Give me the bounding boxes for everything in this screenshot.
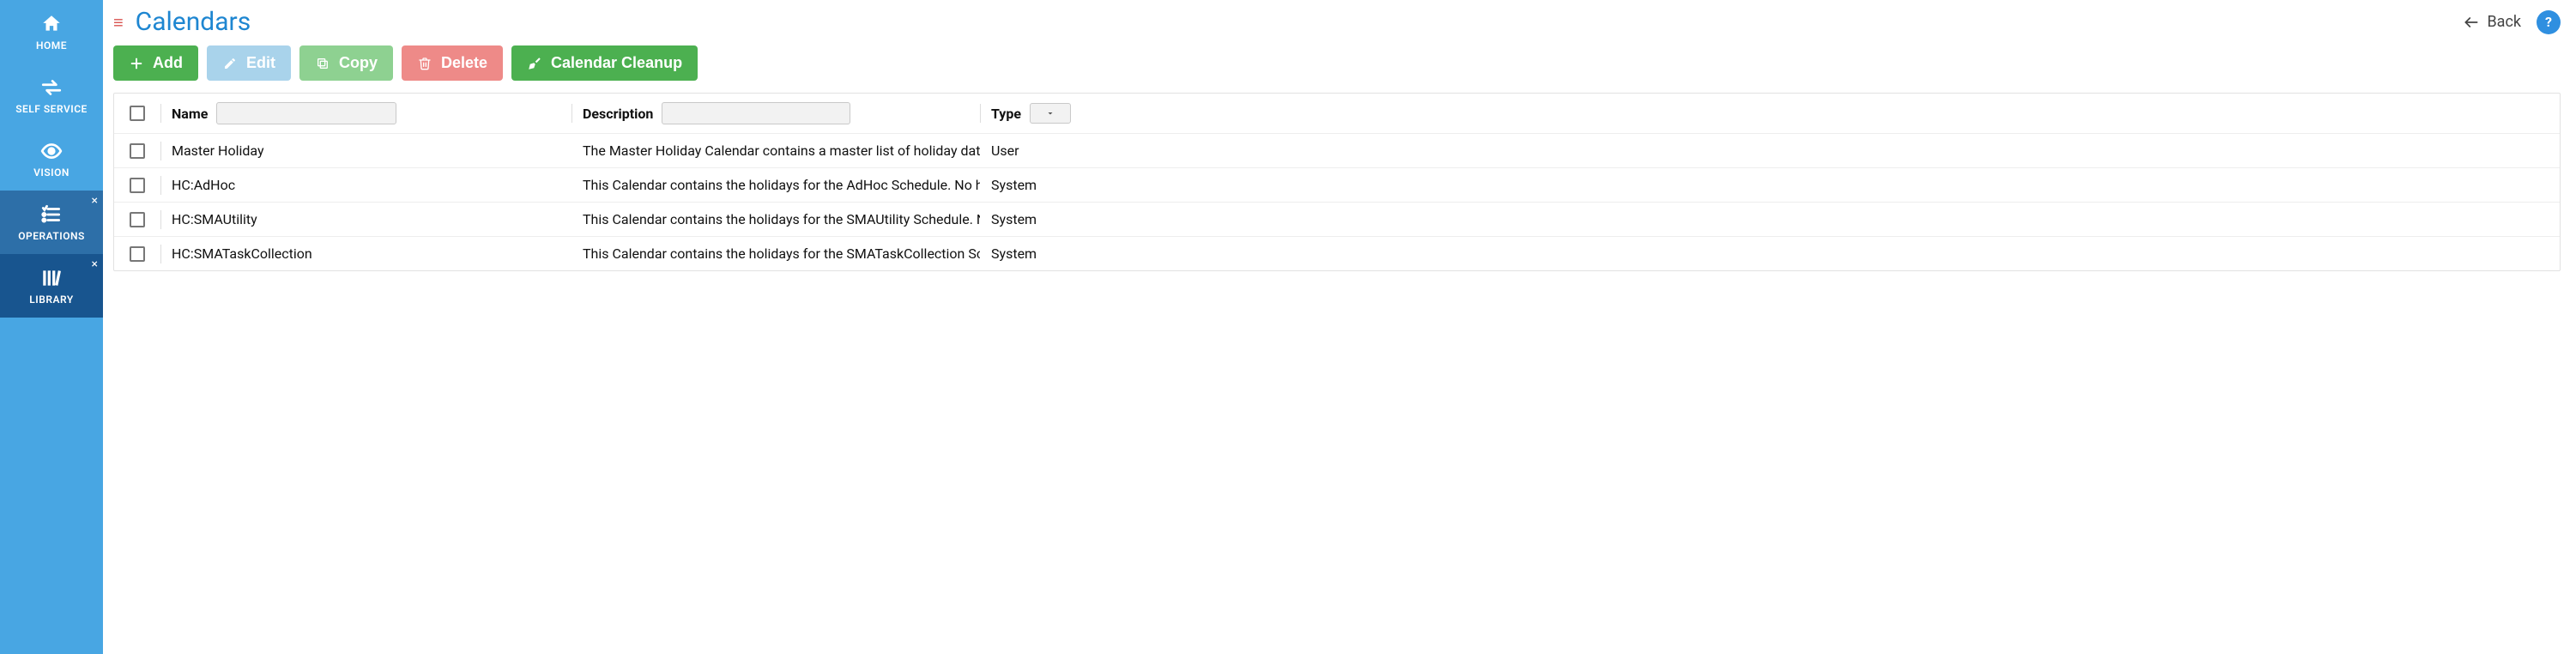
column-header-type: Type (991, 106, 1021, 122)
sidebar-item-operations[interactable]: × OPERATIONS (0, 191, 103, 254)
table-row[interactable]: HC:SMAUtility This Calendar contains the … (114, 203, 2560, 237)
column-header-description: Description (583, 106, 653, 122)
button-label: Add (153, 54, 183, 72)
column-header-name: Name (172, 106, 208, 122)
help-button[interactable]: ? (2537, 10, 2561, 34)
list-icon (37, 203, 66, 227)
arrow-left-icon (2463, 14, 2480, 31)
sidebar-item-vision[interactable]: VISION (0, 127, 103, 191)
row-checkbox[interactable] (130, 178, 145, 193)
row-type: System (991, 211, 1037, 227)
row-description: This Calendar contains the holidays for … (583, 177, 980, 193)
sidebar-item-home[interactable]: HOME (0, 0, 103, 64)
button-label: Copy (339, 54, 378, 72)
sidebar-item-label: VISION (33, 167, 70, 179)
description-filter-input[interactable] (662, 102, 850, 124)
close-icon[interactable]: × (92, 194, 98, 208)
row-name: Master Holiday (172, 142, 264, 159)
button-label: Delete (441, 54, 487, 72)
sidebar-item-self-service[interactable]: SELF SERVICE (0, 64, 103, 127)
eye-icon (37, 139, 66, 163)
row-type: System (991, 177, 1037, 193)
main: ≡ Calendars Back ? Add Edi (103, 0, 2576, 654)
select-all-checkbox[interactable] (130, 106, 145, 121)
delete-button[interactable]: Delete (402, 45, 503, 81)
edit-button[interactable]: Edit (207, 45, 291, 81)
row-checkbox[interactable] (130, 246, 145, 262)
row-name: HC:AdHoc (172, 177, 235, 193)
name-filter-input[interactable] (216, 102, 396, 124)
broom-icon (527, 56, 542, 71)
sidebar-item-library[interactable]: × LIBRARY (0, 254, 103, 318)
cleanup-button[interactable]: Calendar Cleanup (511, 45, 698, 81)
sidebar-item-label: OPERATIONS (18, 230, 85, 242)
table-row[interactable]: HC:SMATaskCollection This Calendar contai… (114, 237, 2560, 270)
table-row[interactable]: Master Holiday The Master Holiday Calenda… (114, 134, 2560, 168)
copy-button[interactable]: Copy (299, 45, 393, 81)
sidebar-item-label: SELF SERVICE (15, 103, 88, 115)
button-label: Edit (246, 54, 275, 72)
add-button[interactable]: Add (113, 45, 198, 81)
pencil-icon (222, 56, 238, 71)
home-icon (37, 12, 66, 36)
sidebar-item-label: LIBRARY (29, 294, 73, 306)
grid-header: Name Description Type (114, 94, 2560, 134)
row-name: HC:SMAUtility (172, 211, 257, 227)
trash-icon (417, 56, 432, 71)
row-description: This Calendar contains the holidays for … (583, 211, 980, 227)
plus-icon (129, 56, 144, 71)
hamburger-icon[interactable]: ≡ (113, 14, 124, 31)
button-label: Calendar Cleanup (551, 54, 682, 72)
page-title: Calendars (136, 7, 251, 37)
row-type: User (991, 142, 1019, 159)
back-button[interactable]: Back (2463, 13, 2521, 31)
table-row[interactable]: HC:AdHoc This Calendar contains the holid… (114, 168, 2560, 203)
row-description: This Calendar contains the holidays for … (583, 245, 980, 262)
sidebar: HOME SELF SERVICE VISION × OPERATIONS × … (0, 0, 103, 654)
chevron-down-icon (1045, 108, 1055, 118)
row-description: The Master Holiday Calendar contains a m… (583, 142, 980, 159)
library-icon (37, 266, 66, 290)
row-checkbox[interactable] (130, 212, 145, 227)
close-icon[interactable]: × (92, 257, 98, 271)
toolbar: Add Edit Copy Delete Calendar Cleanup (113, 45, 2561, 81)
help-label: ? (2545, 14, 2552, 30)
row-name: HC:SMATaskCollection (172, 245, 312, 262)
swap-icon (37, 76, 66, 100)
titlebar: ≡ Calendars Back ? (113, 7, 2561, 37)
copy-icon (315, 56, 330, 71)
type-filter-dropdown[interactable] (1030, 103, 1071, 124)
row-checkbox[interactable] (130, 143, 145, 159)
sidebar-item-label: HOME (36, 39, 67, 51)
back-label: Back (2487, 13, 2521, 31)
row-type: System (991, 245, 1037, 262)
grid: Name Description Type Master Holiday The … (113, 93, 2561, 271)
